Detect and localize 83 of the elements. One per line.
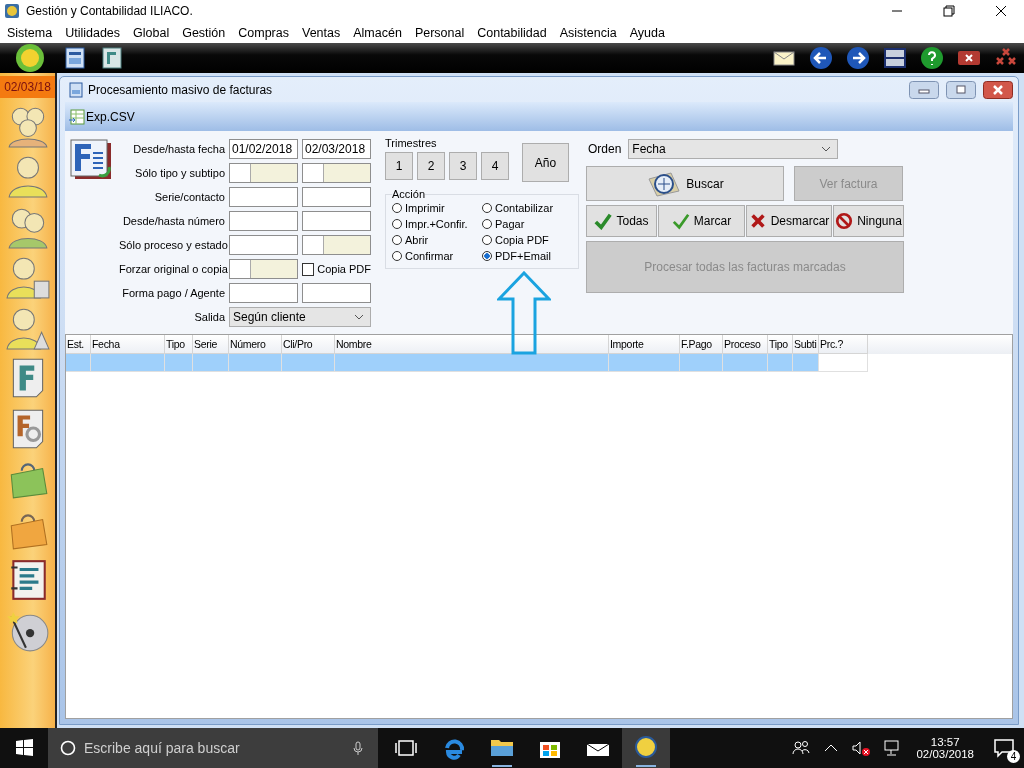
dropdown[interactable]: Según cliente [229,307,371,327]
clock-time: 13:57 [930,736,960,748]
section-label: Trimestres [385,137,438,149]
document-icon[interactable] [100,46,124,70]
action-button[interactable]: Marcar [658,205,745,237]
input-field[interactable] [302,283,371,303]
field-label: Serie/contacto [153,191,225,203]
help-icon[interactable] [920,46,944,70]
menu-item[interactable]: Ayuda [629,25,665,40]
notification-icon[interactable] [992,736,1016,760]
document-chart-icon [68,81,84,98]
field-label: Desde/hasta fecha [132,143,225,155]
input-field[interactable] [229,235,298,255]
input-field[interactable]: 01/02/2018 [229,139,298,159]
app-icon[interactable] [622,728,670,768]
menu-item[interactable]: Compras [238,25,289,40]
action-button[interactable]: Todas [586,205,657,237]
menu-item[interactable]: Sistema [7,25,53,40]
date-label: 02/03/18 [0,76,55,98]
quarter-button[interactable]: 4 [481,152,509,180]
radio-option[interactable]: Imprimir [392,200,482,216]
action-button[interactable]: Ninguna [833,205,904,237]
menu-item[interactable]: Utilidades [65,25,121,40]
action-button[interactable]: Buscar [586,166,784,201]
minimize-button[interactable] [909,80,939,99]
split-window-icon[interactable] [883,46,907,70]
field-label: Sólo tipo y subtipo [134,167,225,179]
action-button[interactable]: Desmarcar [746,205,832,237]
menu-item[interactable]: Gestión [182,25,226,40]
radio-option[interactable]: Confirmar [392,248,482,264]
notification-badge: 4 [1007,750,1020,763]
radio-option[interactable]: Impr.+Confir. [392,216,482,232]
close-button[interactable] [983,80,1013,99]
sort-label: Orden [588,142,622,156]
caret-icon [821,146,832,152]
radio-option[interactable]: Copia PDF [482,232,572,248]
radio-option[interactable]: Contabilizar [482,200,572,216]
radio-option[interactable]: Abrir [392,232,482,248]
field-label: Desde/hasta número [121,215,225,227]
menu-item[interactable]: Ventas [302,25,341,40]
maximize-button[interactable] [946,80,976,99]
search-field[interactable]: Escribe aquí para buscar [48,728,378,768]
input-field[interactable] [229,283,298,303]
code-field[interactable] [302,235,371,255]
checkmark-icon [594,212,613,230]
field-label: Salida [193,311,225,323]
year-button[interactable]: Año [522,143,569,182]
caret-icon [354,314,364,320]
menu-item[interactable]: Personal [414,25,465,40]
input-field[interactable] [229,187,298,207]
dialog-title: Procesamiento masivo de facturas [88,82,273,97]
input-field[interactable] [229,211,298,231]
menu-item[interactable]: Asistencia [559,25,617,40]
clock-date: 02/03/2018 [916,748,974,760]
field-label: Forma pago / Agente [121,287,225,299]
magnifier-folder-icon [646,170,683,197]
checkbox[interactable]: Copia PDF [302,262,371,276]
code-field[interactable] [229,163,298,183]
export-csv-button[interactable]: Exp.CSV [65,108,139,125]
quarter-button[interactable]: 1 [385,152,413,180]
document-chart-icon[interactable] [63,46,87,70]
checkbox-label: Copia PDF [317,263,371,275]
window-title: Gestión y Contabilidad ILIACO. [26,4,193,18]
menu-item[interactable]: Global [133,25,170,40]
sort-dropdown[interactable]: Fecha [628,139,839,159]
checkmark-icon [671,212,690,230]
input-field[interactable] [302,187,371,207]
menu-item[interactable]: Almacén [353,25,402,40]
quarter-button[interactable]: 2 [417,152,445,180]
prohibited-icon [835,212,854,230]
group-title: Acción [392,188,426,200]
code-field[interactable] [229,259,298,279]
input-field[interactable]: 02/03/2018 [302,139,371,159]
spreadsheet-icon [69,108,85,125]
radio-option[interactable]: PDF+Email [482,248,572,264]
input-field[interactable] [302,211,371,231]
menu-item[interactable]: Contabilidad [477,25,547,40]
app-icon [4,3,20,19]
microphone-icon[interactable] [350,740,366,756]
code-field[interactable] [302,163,371,183]
circle-icon [60,740,76,756]
quarter-button[interactable]: 3 [449,152,477,180]
radio-option[interactable]: Pagar [482,216,572,232]
